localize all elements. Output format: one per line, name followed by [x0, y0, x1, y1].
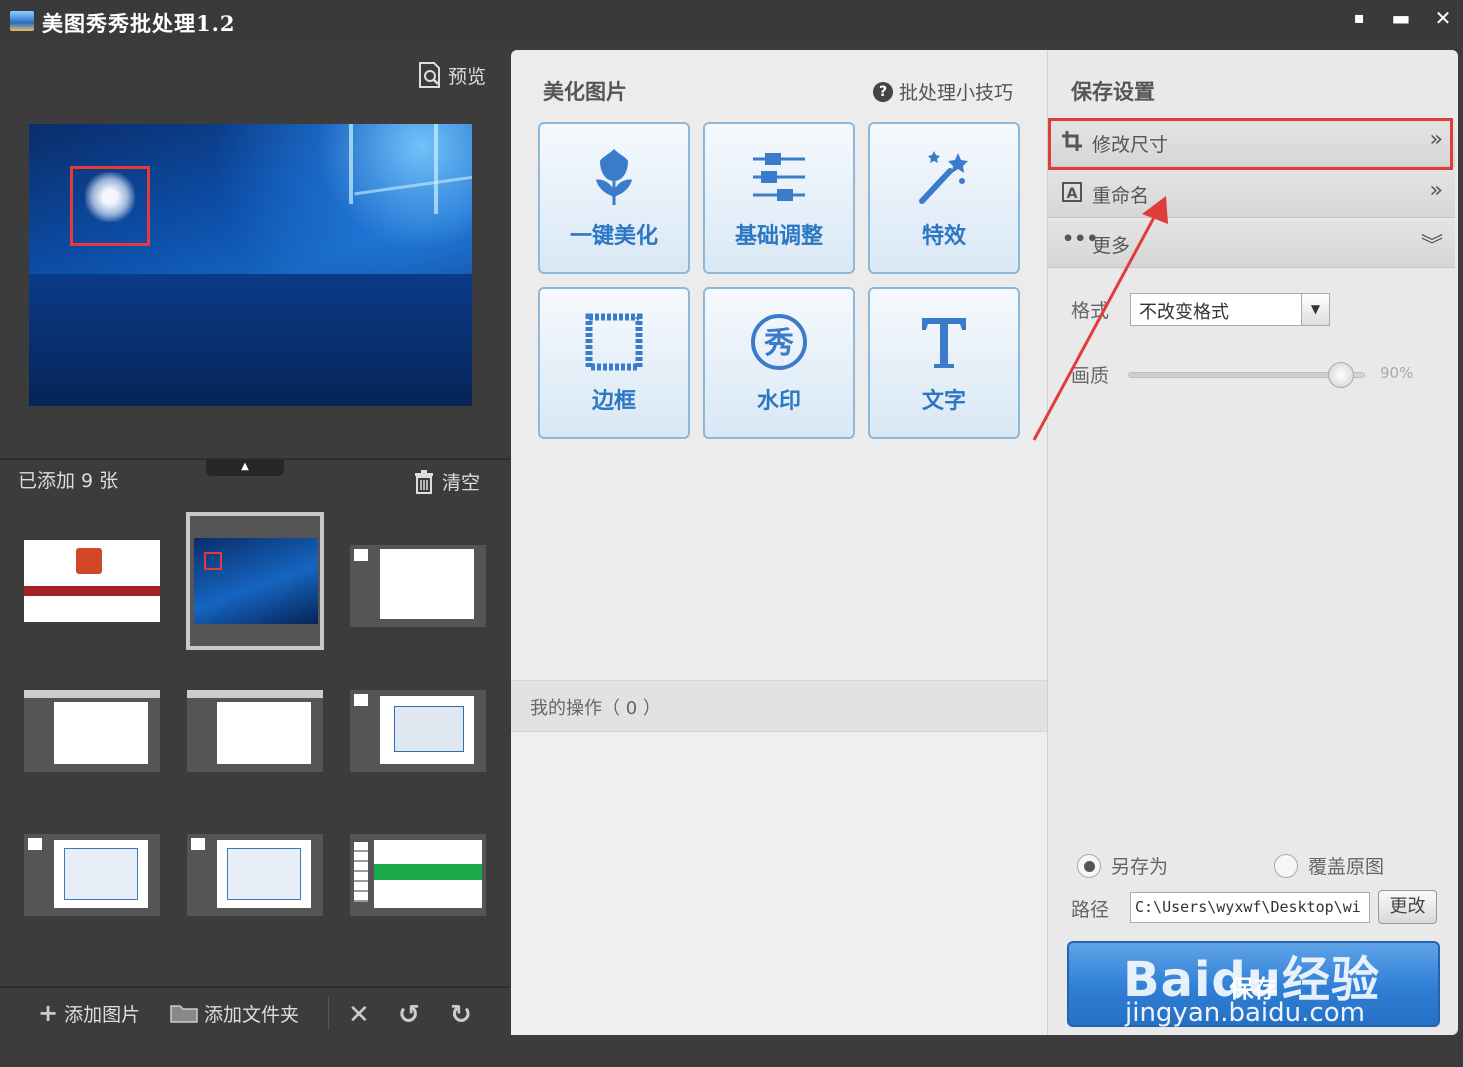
thumbnail[interactable]	[187, 690, 323, 772]
save-as-label: 另存为	[1111, 856, 1169, 878]
quality-slider-knob[interactable]	[1327, 362, 1354, 388]
frame-button[interactable]: 边框	[538, 287, 690, 439]
effects-button[interactable]: 特效	[868, 122, 1020, 274]
thumbnail[interactable]	[24, 690, 160, 772]
basic-adjust-button[interactable]: 基础调整	[703, 122, 855, 274]
beautify-title: 美化图片	[543, 80, 627, 104]
highlight-box-preview	[70, 166, 150, 246]
annotation-arrow	[1032, 196, 1168, 441]
quality-value: 90%	[1380, 364, 1414, 382]
folder-icon	[170, 1005, 198, 1023]
preview-label: 预览	[448, 65, 487, 88]
radio-selected-icon	[1077, 853, 1101, 878]
expand-down-icon: ︾	[1420, 234, 1443, 259]
sliders-icon	[753, 153, 805, 201]
overwrite-label: 覆盖原图	[1308, 856, 1385, 878]
thumbnail[interactable]	[187, 834, 323, 916]
tile-label: 文字	[921, 389, 966, 414]
add-folder-button[interactable]: 添加文件夹	[170, 998, 299, 1028]
app-title: 美图秀秀批处理1.2	[42, 11, 236, 36]
tips-link[interactable]: ? 批处理小技巧	[873, 78, 1013, 105]
save-settings-title: 保存设置	[1071, 80, 1155, 104]
dropdown-arrow-icon[interactable]: ▼	[1301, 294, 1329, 325]
thumbnail[interactable]	[24, 540, 160, 622]
path-label: 路径	[1071, 899, 1110, 921]
rotate-left-icon[interactable]: ↺	[398, 1000, 420, 1030]
chat-icon[interactable]: ▪	[1346, 6, 1372, 30]
tile-label: 一键美化	[569, 224, 658, 249]
expand-right-icon: »	[1429, 178, 1443, 203]
thumbnail[interactable]	[350, 834, 486, 916]
clear-button[interactable]: 清空	[414, 468, 480, 495]
tile-label: 特效	[921, 224, 966, 249]
help-icon: ?	[873, 81, 893, 102]
magic-wand-icon	[919, 151, 968, 204]
preview-icon	[419, 62, 440, 88]
highlight-box-resize	[1048, 118, 1453, 170]
overwrite-radio[interactable]: 覆盖原图	[1274, 852, 1384, 879]
text-icon	[922, 318, 966, 368]
collapse-up-icon[interactable]: ▲	[206, 460, 284, 476]
tile-label: 水印	[756, 389, 801, 414]
added-count: 已添加 9 张	[18, 470, 119, 492]
thumbnail[interactable]	[350, 545, 486, 627]
delete-icon[interactable]: ✕	[348, 1000, 370, 1030]
svg-text:秀: 秀	[763, 326, 794, 361]
watermark-button[interactable]: 秀 水印	[703, 287, 855, 439]
thumbnail-selected[interactable]	[186, 512, 324, 650]
path-input[interactable]: C:\Users\wyxwf\Desktop\wi	[1130, 892, 1370, 923]
save-as-radio[interactable]: 另存为	[1077, 852, 1168, 879]
tulip-icon	[595, 149, 633, 205]
my-operations-label: 我的操作（ 0 ）	[530, 698, 661, 719]
clear-label: 清空	[442, 472, 481, 494]
divider	[0, 986, 510, 988]
rotate-right-icon[interactable]: ↻	[450, 1000, 472, 1030]
frame-icon	[585, 313, 643, 371]
app-icon	[10, 11, 34, 31]
minimize-icon[interactable]: ▬	[1388, 6, 1414, 30]
tile-label: 边框	[591, 389, 636, 414]
baidu-watermark-url: jingyan.baidu.com	[1125, 998, 1365, 1028]
radio-unselected-icon	[1274, 853, 1298, 878]
close-icon[interactable]: ✕	[1430, 6, 1456, 30]
thumbnail[interactable]	[24, 834, 160, 916]
my-operations-list	[511, 732, 1047, 1035]
preview-button[interactable]: 预览	[418, 60, 486, 90]
add-image-label: 添加图片	[64, 1003, 141, 1026]
title-bar: 美图秀秀批处理1.2 ▪ ▬ ✕	[0, 0, 1463, 46]
watermark-icon: 秀	[751, 314, 807, 370]
plus-icon: +	[38, 999, 59, 1027]
add-folder-label: 添加文件夹	[204, 1003, 300, 1026]
one-click-beautify-button[interactable]: 一键美化	[538, 122, 690, 274]
separator	[328, 996, 329, 1030]
tile-label: 基础调整	[734, 224, 823, 249]
trash-icon	[415, 469, 433, 494]
text-button[interactable]: 文字	[868, 287, 1020, 439]
thumbnail[interactable]	[350, 690, 486, 772]
tips-label: 批处理小技巧	[899, 82, 1014, 104]
add-image-button[interactable]: + 添加图片	[38, 998, 140, 1028]
change-path-button[interactable]: 更改	[1378, 890, 1437, 924]
